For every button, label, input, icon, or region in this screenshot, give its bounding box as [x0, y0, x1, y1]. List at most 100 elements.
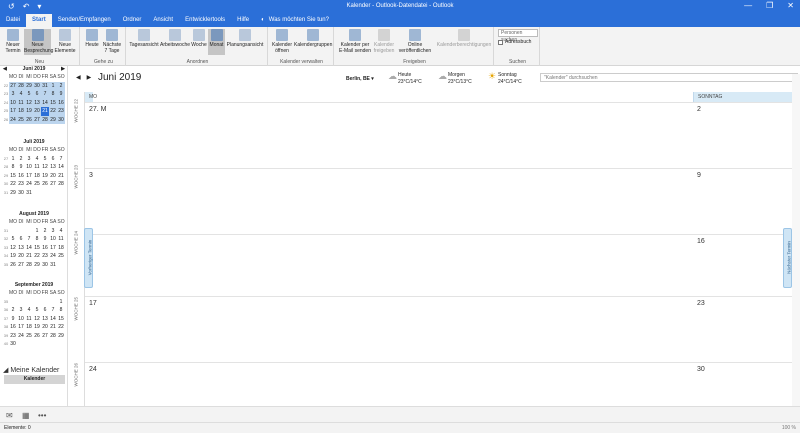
weather-today[interactable]: ☁ Heute 23°C/14°C: [388, 72, 422, 86]
vertical-scrollbar[interactable]: [792, 74, 800, 406]
close-button[interactable]: ✕: [787, 1, 794, 10]
tab-entwicklertools[interactable]: Entwicklertools: [179, 14, 231, 27]
schedule-view-button[interactable]: Planungsansicht: [226, 29, 264, 48]
mini-day[interactable]: 22: [9, 180, 17, 189]
mini-day[interactable]: 15: [9, 172, 17, 181]
mini-day[interactable]: 3: [17, 306, 25, 315]
mini-day[interactable]: 21: [25, 252, 33, 261]
more-icon[interactable]: •••: [38, 411, 46, 420]
calendar-list-item[interactable]: Kalender: [4, 375, 65, 384]
mini-day[interactable]: 24: [9, 115, 17, 124]
mini-day[interactable]: 30: [33, 81, 41, 90]
mini-day[interactable]: 14: [57, 163, 65, 172]
mini-day[interactable]: 21: [41, 107, 49, 116]
mini-day[interactable]: 25: [25, 332, 33, 341]
new-items-button[interactable]: Neue Elemente: [53, 29, 77, 54]
mini-day[interactable]: 29: [33, 261, 41, 270]
mini-day[interactable]: 26: [25, 115, 33, 124]
mini-day[interactable]: 19: [9, 252, 17, 261]
search-people-input[interactable]: Personen suchen: [498, 29, 538, 43]
mini-day[interactable]: 9: [9, 315, 17, 324]
prev-icon[interactable]: ◀: [3, 66, 7, 73]
mini-day[interactable]: 24: [25, 180, 33, 189]
mini-day[interactable]: 31: [41, 81, 49, 90]
mini-day[interactable]: 7: [41, 90, 49, 99]
mini-day[interactable]: 5: [33, 306, 41, 315]
tab-hilfe[interactable]: Hilfe: [231, 14, 255, 27]
week-button[interactable]: Woche: [191, 29, 207, 48]
mini-day[interactable]: 2: [41, 227, 49, 236]
mini-day[interactable]: 31: [25, 189, 33, 198]
tab-ansicht[interactable]: Ansicht: [147, 14, 179, 27]
mail-icon[interactable]: ✉: [6, 411, 13, 420]
mini-day[interactable]: 27: [9, 81, 17, 90]
mini-day[interactable]: 24: [49, 252, 57, 261]
mini-day[interactable]: 23: [9, 332, 17, 341]
mini-day[interactable]: 9: [17, 163, 25, 172]
publish-online-button[interactable]: Online veröffentlichen: [396, 29, 434, 54]
calendar-permissions-button[interactable]: Kalenderberechtigungen: [435, 29, 493, 48]
mini-day[interactable]: 18: [33, 172, 41, 181]
mini-day[interactable]: 6: [33, 90, 41, 99]
mini-day[interactable]: 5: [25, 90, 33, 99]
mini-day[interactable]: 3: [25, 155, 33, 164]
my-calendars-header[interactable]: ◢ Meine Kalender: [3, 366, 59, 374]
location-selector[interactable]: Berlin, BE ▾: [346, 76, 374, 82]
mini-day[interactable]: 16: [41, 244, 49, 253]
mini-day[interactable]: 5: [9, 235, 17, 244]
mini-day[interactable]: 18: [25, 323, 33, 332]
next-icon[interactable]: ▶: [61, 66, 65, 73]
today-button[interactable]: Heute: [84, 29, 100, 48]
new-meeting-button[interactable]: Neue Besprechung: [24, 29, 53, 55]
mini-day[interactable]: 22: [49, 107, 57, 116]
week-row[interactable]: 3 9: [85, 168, 800, 234]
mini-day[interactable]: 3: [9, 90, 17, 99]
mini-day[interactable]: 23: [57, 107, 65, 116]
mini-day[interactable]: 29: [57, 332, 65, 341]
mini-day[interactable]: 6: [17, 235, 25, 244]
mini-day[interactable]: 27: [33, 115, 41, 124]
mini-day[interactable]: 16: [9, 323, 17, 332]
mini-day[interactable]: 15: [57, 315, 65, 324]
mini-day[interactable]: 30: [57, 115, 65, 124]
mini-day[interactable]: 22: [57, 323, 65, 332]
mini-day[interactable]: 12: [9, 244, 17, 253]
mini-day[interactable]: 1: [33, 227, 41, 236]
mini-day[interactable]: 26: [9, 261, 17, 270]
weather-sunday[interactable]: ☀ Sonntag 24°C/14°C: [488, 72, 522, 86]
mini-day[interactable]: 14: [25, 244, 33, 253]
mini-day[interactable]: 9: [57, 90, 65, 99]
mini-day[interactable]: 11: [57, 235, 65, 244]
new-appointment-button[interactable]: Neuer Termin: [3, 29, 23, 54]
mini-day[interactable]: 20: [49, 172, 57, 181]
mini-day[interactable]: 29: [49, 115, 57, 124]
mini-day[interactable]: 27: [41, 332, 49, 341]
mini-day[interactable]: 15: [49, 98, 57, 107]
mini-day[interactable]: 17: [25, 172, 33, 181]
mini-day[interactable]: 8: [57, 306, 65, 315]
mini-day[interactable]: 28: [49, 332, 57, 341]
tab-datei[interactable]: Datei: [0, 14, 26, 27]
work-week-button[interactable]: Arbeitswoche: [160, 29, 190, 48]
tab-senden-empfangen[interactable]: Senden/Empfangen: [52, 14, 117, 27]
mini-day[interactable]: 13: [17, 244, 25, 253]
mini-day[interactable]: 7: [57, 155, 65, 164]
mini-day[interactable]: 10: [9, 98, 17, 107]
mini-day[interactable]: 3: [49, 227, 57, 236]
mini-day[interactable]: 20: [41, 323, 49, 332]
day-view-button[interactable]: Tagesansicht: [129, 29, 159, 48]
mini-day[interactable]: 18: [17, 107, 25, 116]
mini-day[interactable]: 14: [41, 98, 49, 107]
tell-me-box[interactable]: ◐ Was möchten Sie tun?: [255, 14, 335, 27]
open-calendar-button[interactable]: Kalender öffnen: [271, 29, 293, 54]
mini-day[interactable]: 21: [57, 172, 65, 181]
mini-day[interactable]: 25: [33, 180, 41, 189]
mini-day[interactable]: 23: [41, 252, 49, 261]
mini-day[interactable]: 7: [25, 235, 33, 244]
mini-day[interactable]: 22: [33, 252, 41, 261]
previous-appointment-tab[interactable]: Vorheriger Termin: [84, 228, 93, 288]
mini-day[interactable]: 11: [33, 163, 41, 172]
mini-day[interactable]: 8: [49, 90, 57, 99]
mini-day[interactable]: 1: [9, 155, 17, 164]
mini-day[interactable]: 19: [41, 172, 49, 181]
